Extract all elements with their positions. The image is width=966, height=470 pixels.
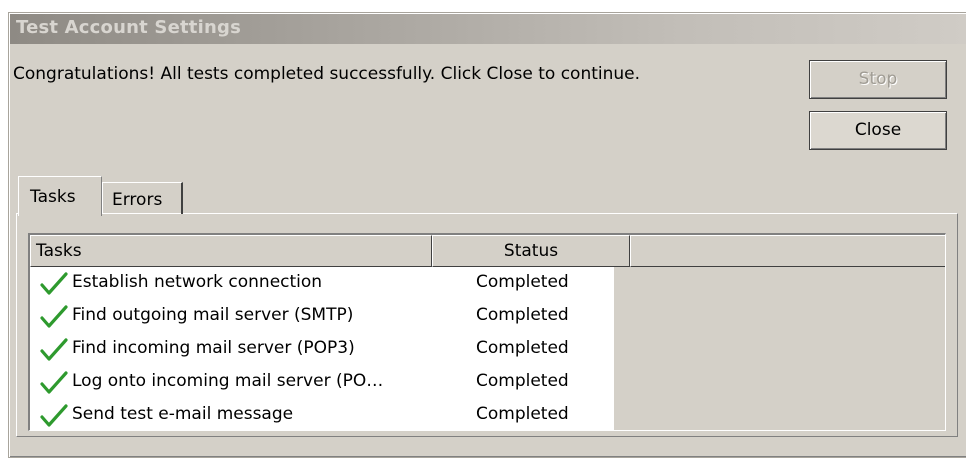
- close-button[interactable]: Close: [809, 111, 947, 150]
- stop-button[interactable]: Stop: [809, 60, 947, 99]
- task-name: Find incoming mail server (POP3): [72, 338, 355, 358]
- table-row[interactable]: Send test e-mail message Completed: [30, 400, 614, 430]
- check-icon: [40, 338, 68, 361]
- check-icon: [40, 371, 68, 394]
- task-status: Completed: [476, 305, 569, 325]
- check-icon: [40, 272, 68, 295]
- task-name: Log onto incoming mail server (PO…: [72, 371, 384, 391]
- task-name: Send test e-mail message: [72, 404, 294, 424]
- status-message: Congratulations! All tests completed suc…: [13, 64, 641, 84]
- check-icon: [40, 305, 68, 328]
- table-row[interactable]: Find incoming mail server (POP3) Complet…: [30, 334, 614, 367]
- task-name: Establish network connection: [72, 272, 323, 292]
- tab-tasks[interactable]: Tasks: [18, 176, 102, 216]
- check-icon: [40, 404, 68, 427]
- column-header-tasks[interactable]: Tasks: [30, 235, 432, 267]
- task-status: Completed: [476, 338, 569, 358]
- task-status: Completed: [476, 404, 569, 424]
- table-row[interactable]: Log onto incoming mail server (PO… Compl…: [30, 367, 614, 400]
- table-row[interactable]: Find outgoing mail server (SMTP) Complet…: [30, 301, 614, 334]
- title-bar[interactable]: Test Account Settings: [10, 14, 966, 44]
- list-body: Establish network connection Completed F…: [30, 267, 614, 430]
- column-header-empty[interactable]: [630, 235, 945, 267]
- tasks-list-view[interactable]: Tasks Status Establish network connectio…: [28, 233, 946, 431]
- task-status: Completed: [476, 371, 569, 391]
- column-header-status[interactable]: Status: [432, 235, 630, 267]
- list-header: Tasks Status: [30, 235, 945, 267]
- window-title: Test Account Settings: [16, 17, 241, 38]
- tab-errors[interactable]: Errors: [102, 182, 183, 214]
- table-row[interactable]: Establish network connection Completed: [30, 268, 614, 301]
- task-name: Find outgoing mail server (SMTP): [72, 305, 354, 325]
- task-status: Completed: [476, 272, 569, 292]
